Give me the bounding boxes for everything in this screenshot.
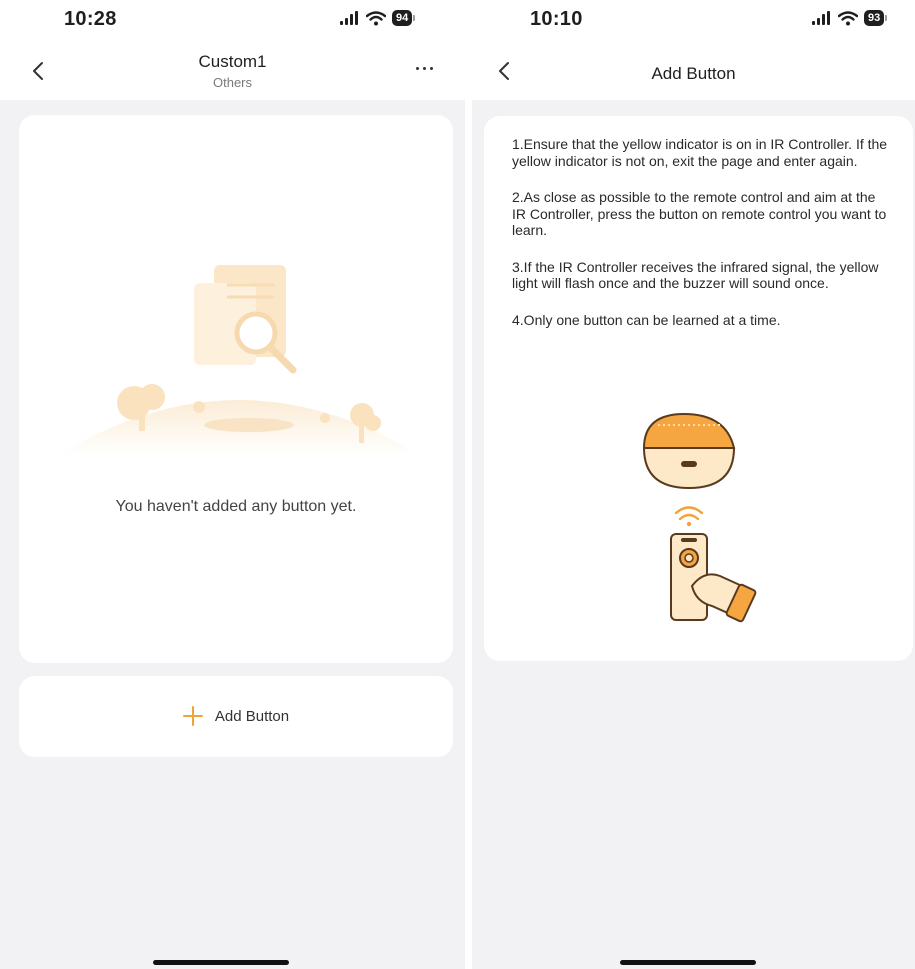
- status-bar: 10:10 93: [472, 0, 915, 44]
- screen-divider: [465, 0, 472, 969]
- status-time: 10:10: [530, 8, 583, 30]
- wifi-icon: [366, 10, 386, 25]
- more-dots-icon[interactable]: [416, 67, 433, 70]
- status-icons: 93: [812, 10, 888, 26]
- page-title: Add Button: [651, 64, 736, 83]
- page-subtitle: Others: [212, 75, 252, 90]
- instruction-step: 2.As close as possible to the remote con…: [512, 189, 887, 238]
- battery-level: 93: [864, 10, 885, 26]
- battery-icon: 93: [864, 10, 888, 26]
- signal-icon: [340, 11, 358, 25]
- ir-controller-illustration: [642, 412, 757, 623]
- add-button-screen: 10:10 93 Add Button 1.Ensure that the ye…: [472, 0, 915, 969]
- home-indicator: [153, 960, 289, 965]
- signal-icon: [812, 11, 830, 25]
- status-time: 10:28: [64, 8, 117, 30]
- add-button[interactable]: Add Button: [19, 706, 453, 726]
- nav-bar: Custom1 Others: [0, 44, 465, 100]
- nav-bar: Add Button: [472, 44, 915, 100]
- custom-remote-screen: 10:28 94 Custom1 Others You haven't adde…: [0, 0, 465, 969]
- page-title: Custom1: [198, 52, 267, 71]
- instruction-step: 1.Ensure that the yellow indicator is on…: [512, 136, 888, 169]
- status-icons: 94: [340, 10, 416, 26]
- battery-level: 94: [392, 10, 413, 26]
- instruction-step: 4.Only one button can be learned at a ti…: [512, 311, 781, 328]
- instruction-steps: 1.Ensure that the yellow indicator is on…: [512, 136, 892, 348]
- wifi-icon: [838, 10, 858, 25]
- home-indicator: [620, 960, 756, 965]
- instruction-step: 3.If the IR Controller receives the infr…: [512, 258, 879, 292]
- empty-state-illustration: [59, 265, 419, 455]
- battery-icon: 94: [392, 10, 416, 26]
- status-bar: 10:28 94: [0, 0, 465, 44]
- add-button-card[interactable]: Add Button: [19, 676, 453, 757]
- empty-state-message: You haven't added any button yet.: [115, 498, 357, 515]
- instructions-card: 1.Ensure that the yellow indicator is on…: [484, 116, 913, 661]
- plus-icon: [182, 706, 203, 726]
- add-button-label: Add Button: [214, 707, 290, 725]
- empty-state-card: You haven't added any button yet.: [19, 115, 453, 663]
